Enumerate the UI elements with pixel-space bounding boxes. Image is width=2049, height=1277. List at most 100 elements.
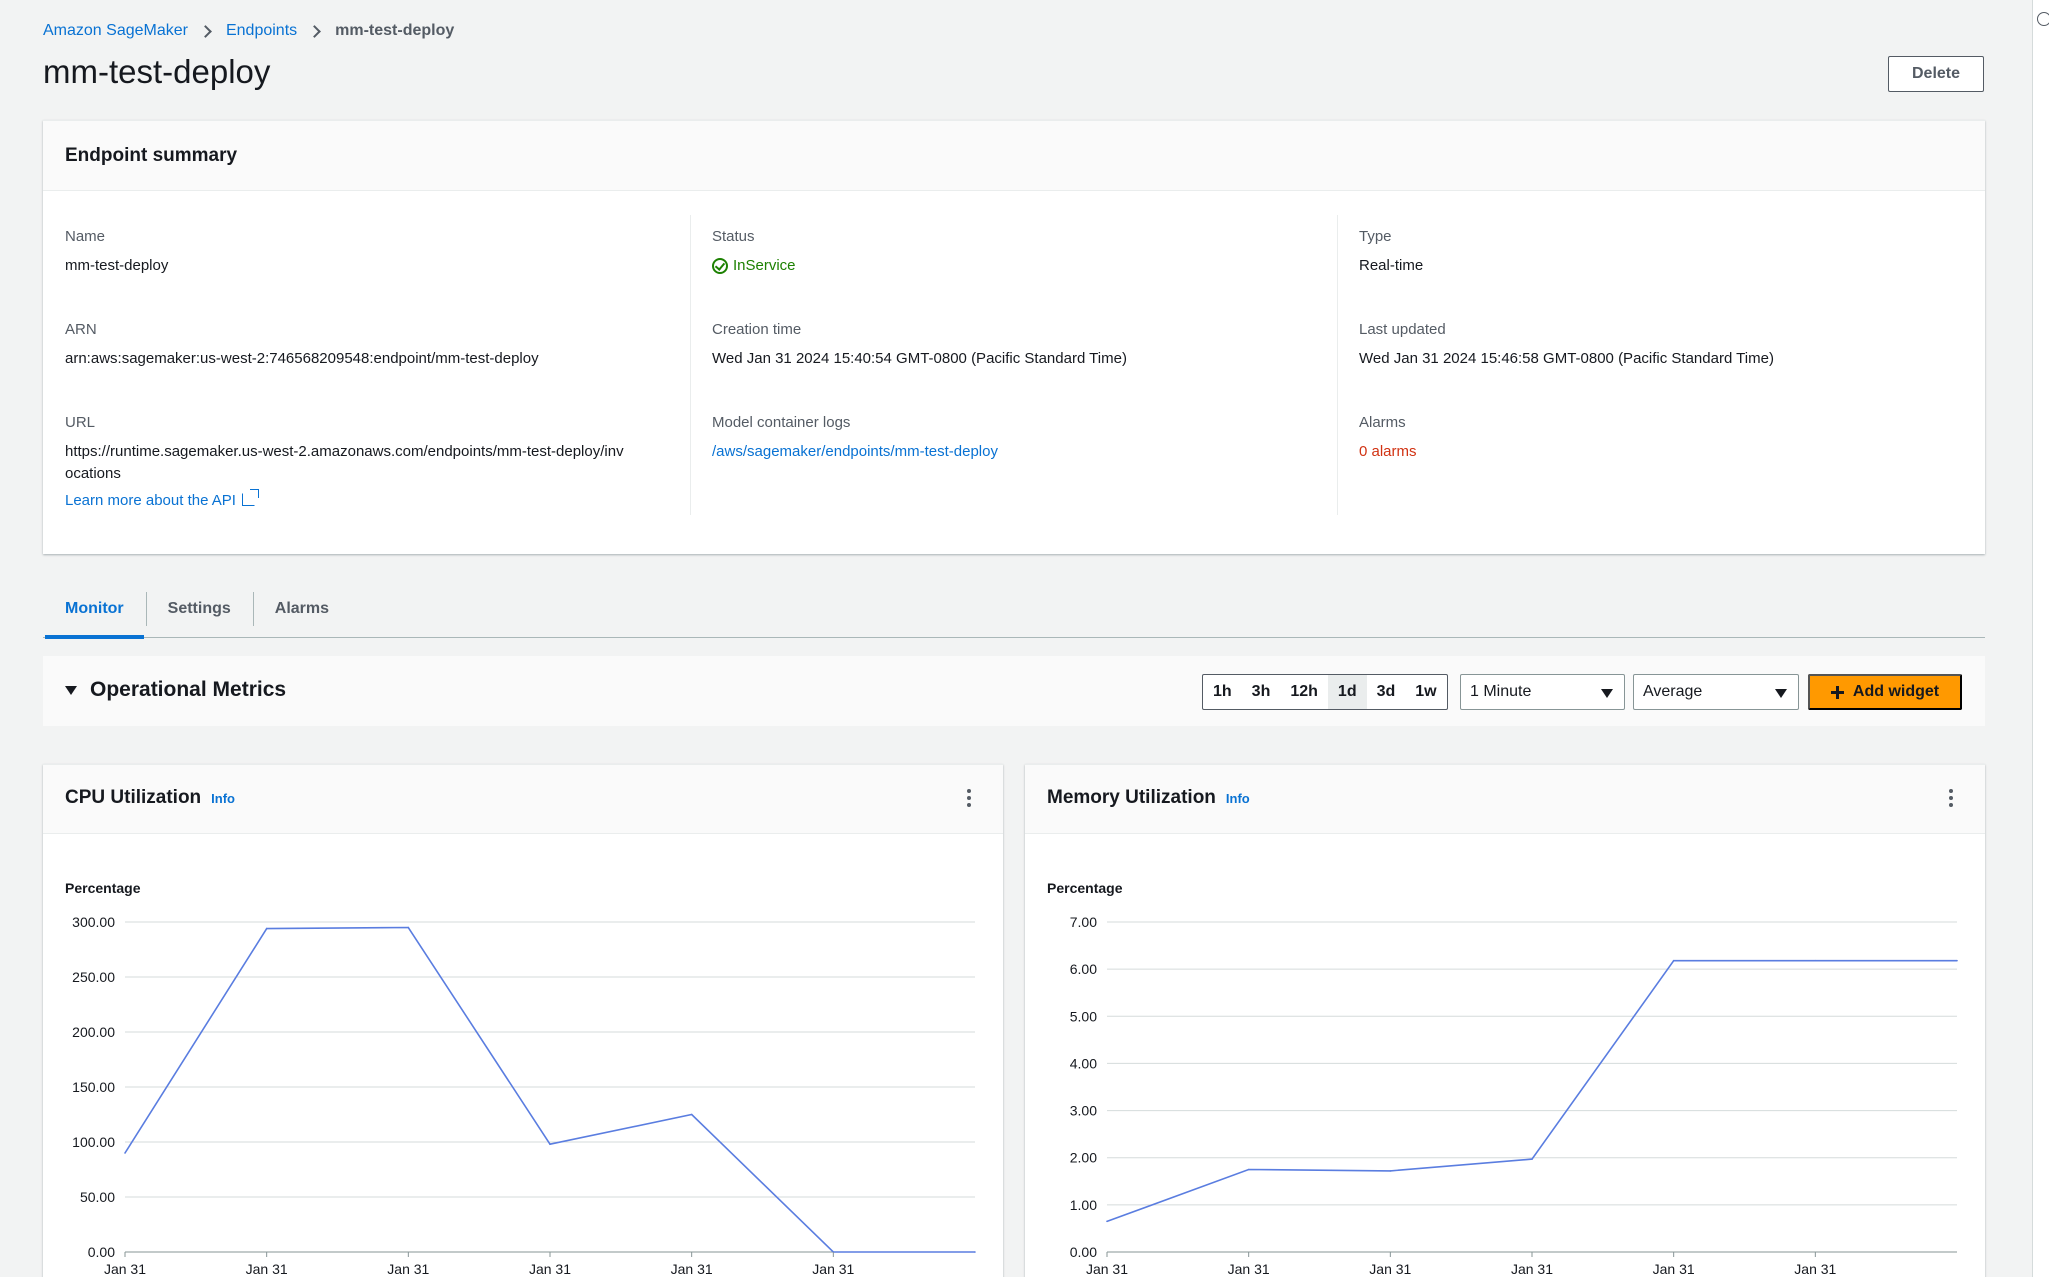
- status-badge: InService: [712, 255, 796, 277]
- chevron-right-icon: [199, 24, 212, 38]
- chart-point: [1956, 959, 1958, 962]
- chart-y-tick-label: 7.00: [1070, 914, 1097, 930]
- memory-utilization-chart: Percentage 7.00 6.00 5.00 4.00 3.00 2.00 1.00 0.…: [1047, 880, 1958, 1277]
- alarms-field: Alarms 0 alarms: [1359, 414, 1417, 463]
- chart-point: [1814, 959, 1817, 962]
- chart-point: [690, 1113, 693, 1116]
- right-utility-rail: [2032, 0, 2049, 1277]
- chart-x-tick-label: Jan 31: [1511, 1261, 1553, 1277]
- name-label: Name: [65, 228, 106, 245]
- learn-more-api-text: Learn more about the API: [65, 492, 236, 509]
- url-field: URL https://runtime.sagemaker.us-west-2.…: [65, 414, 625, 512]
- learn-more-api-link[interactable]: Learn more about the API: [65, 489, 625, 512]
- summary-column-3: Type Real-time Last updated Wed Jan 31 2…: [1337, 215, 1984, 515]
- breadcrumb-link-sagemaker[interactable]: Amazon SageMaker: [43, 22, 188, 40]
- cpu-utilization-chart: Percentage 300.00 250.00 200.00 150.00 100.00…: [65, 880, 976, 1277]
- range-3h[interactable]: 3h: [1242, 675, 1281, 709]
- chart-y-tick-label: 2.00: [1070, 1150, 1097, 1166]
- caret-down-icon: [65, 685, 77, 695]
- chart-point: [1531, 1158, 1533, 1160]
- chart-y-tick-label: 0.00: [1070, 1244, 1097, 1260]
- range-12h[interactable]: 12h: [1280, 675, 1328, 709]
- more-options-icon[interactable]: [967, 789, 971, 807]
- help-icon[interactable]: [2037, 12, 2049, 26]
- chart-y-tick-label: 250.00: [72, 969, 115, 985]
- status-label: Status: [712, 228, 755, 245]
- caret-down-icon: [1775, 689, 1787, 698]
- chart-y-tick-label: 300.00: [72, 914, 115, 930]
- operational-metrics-toggle[interactable]: Operational Metrics: [65, 678, 286, 702]
- chart-x-tick-label: Jan 31: [529, 1261, 571, 1277]
- add-widget-button[interactable]: Add widget: [1808, 674, 1962, 710]
- range-1d[interactable]: 1d: [1327, 675, 1367, 709]
- chart-point: [1389, 1170, 1392, 1172]
- more-options-icon[interactable]: [1949, 789, 1953, 807]
- check-circle-icon: [712, 258, 728, 274]
- delete-button[interactable]: Delete: [1888, 56, 1984, 92]
- chart-point: [407, 926, 410, 929]
- period-select[interactable]: 1 Minute: [1460, 674, 1625, 710]
- page: Amazon SageMaker Endpoints mm-test-deplo…: [0, 0, 2032, 1277]
- endpoint-summary-card: Endpoint summary Name mm-test-deploy ARN…: [43, 120, 1985, 554]
- tab-monitor[interactable]: Monitor: [43, 580, 146, 639]
- memory-info-link[interactable]: Info: [1226, 791, 1250, 806]
- cpu-info-link[interactable]: Info: [211, 791, 235, 806]
- chart-series-line: [1106, 959, 1957, 1223]
- last-updated-field: Last updated Wed Jan 31 2024 15:46:58 GM…: [1359, 321, 1774, 370]
- memory-utilization-widget: Memory Utilization Info Percentage 7.00 6.…: [1025, 764, 1985, 1277]
- chart-series-line: [124, 926, 975, 1253]
- url-label: URL: [65, 414, 96, 431]
- time-range-selector: 1h 3h 12h 1d 3d 1w: [1202, 674, 1448, 710]
- range-1h[interactable]: 1h: [1203, 675, 1242, 709]
- chart-y-axis-label: Percentage: [65, 880, 141, 896]
- tab-settings[interactable]: Settings: [145, 580, 253, 637]
- summary-column-1: Name mm-test-deploy ARN arn:aws:sagemake…: [43, 191, 690, 555]
- range-3d[interactable]: 3d: [1367, 675, 1406, 709]
- chart-y-axis-label: Percentage: [1047, 880, 1123, 896]
- summary-column-2: Status InService Creation time Wed Jan 3…: [690, 215, 1337, 515]
- operational-metrics-title: Operational Metrics: [90, 678, 287, 701]
- logs-label: Model container logs: [712, 414, 851, 431]
- status-value: InService: [733, 257, 796, 274]
- chart-point: [1672, 959, 1675, 962]
- chart-y-tick-label: 4.00: [1070, 1055, 1097, 1071]
- chart-y-tick-label: 150.00: [72, 1079, 115, 1095]
- chart-x-tick-label: Jan 31: [1086, 1261, 1128, 1277]
- tab-alarms[interactable]: Alarms: [252, 580, 351, 637]
- breadcrumb: Amazon SageMaker Endpoints mm-test-deplo…: [43, 22, 454, 40]
- chart-x-tick-label: Jan 31: [246, 1261, 288, 1277]
- external-link-icon: [241, 489, 259, 506]
- chart-x-tick-label: Jan 31: [1369, 1261, 1411, 1277]
- chart-point: [549, 1143, 551, 1145]
- alarms-link[interactable]: 0 alarms: [1359, 441, 1417, 463]
- status-field: Status InService: [712, 228, 796, 277]
- chart-point: [974, 1251, 976, 1253]
- page-title: mm-test-deploy: [43, 53, 271, 90]
- arn-label: ARN: [65, 321, 97, 338]
- chart-y-tick-label: 100.00: [72, 1134, 115, 1150]
- chart-point: [1247, 1168, 1250, 1171]
- chart-point: [1106, 1220, 1108, 1223]
- memory-utilization-title: Memory Utilization: [1047, 787, 1216, 808]
- chart-x-tick-label: Jan 31: [1653, 1261, 1695, 1277]
- range-1w[interactable]: 1w: [1405, 675, 1446, 709]
- name-value: mm-test-deploy: [65, 257, 169, 274]
- logs-link[interactable]: /aws/sagemaker/endpoints/mm-test-deploy: [712, 441, 998, 463]
- creation-time-value: Wed Jan 31 2024 15:40:54 GMT-0800 (Pacif…: [712, 350, 1127, 367]
- chart-y-tick-label: 6.00: [1070, 961, 1097, 977]
- last-updated-label: Last updated: [1359, 321, 1446, 338]
- chart-point: [124, 1152, 126, 1154]
- statistic-select-value: Average: [1643, 683, 1703, 700]
- statistic-select[interactable]: Average: [1633, 674, 1799, 710]
- chart-y-tick-label: 200.00: [72, 1024, 115, 1040]
- chart-point: [265, 927, 268, 930]
- name-field: Name mm-test-deploy: [65, 228, 168, 277]
- breadcrumb-link-endpoints[interactable]: Endpoints: [226, 22, 297, 40]
- chevron-right-icon: [308, 24, 322, 38]
- chart-y-tick-label: 50.00: [80, 1189, 115, 1205]
- operational-metrics-header: Operational Metrics 1h 3h 12h 1d 3d 1w 1…: [43, 656, 1985, 726]
- last-updated-value: Wed Jan 31 2024 15:46:58 GMT-0800 (Pacif…: [1359, 350, 1774, 367]
- chart-y-tick-label: 5.00: [1070, 1008, 1097, 1024]
- chart-y-tick-label: 3.00: [1070, 1103, 1097, 1119]
- creation-time-field: Creation time Wed Jan 31 2024 15:40:54 G…: [712, 321, 1127, 370]
